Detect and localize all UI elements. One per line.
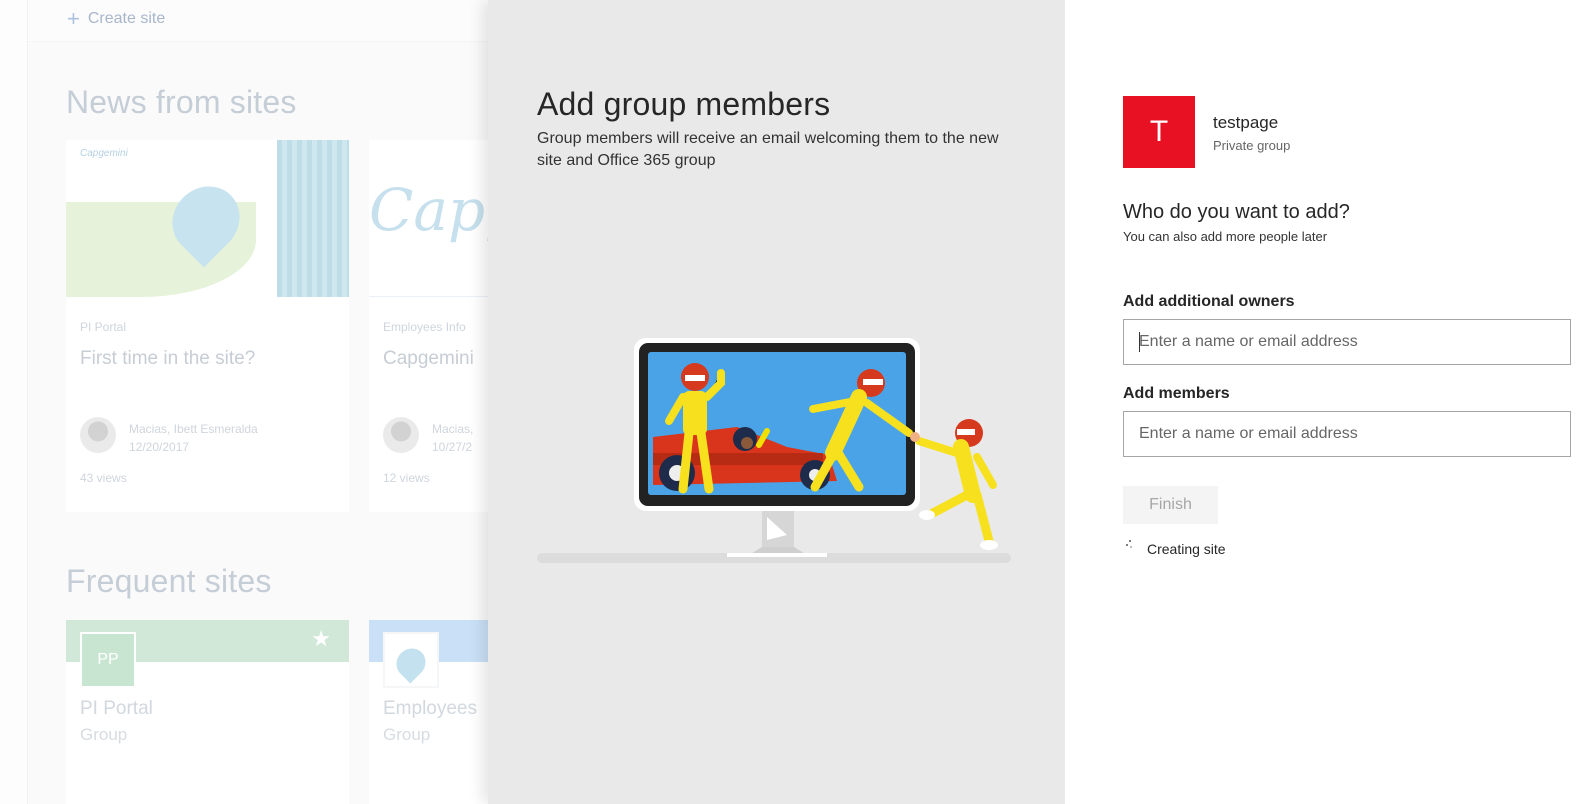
panel-form-pane: T testpage Private group Who do you want… <box>1065 0 1593 804</box>
loading-spinner-icon <box>1126 540 1134 548</box>
owners-placeholder: Enter a name or email address <box>1139 333 1358 350</box>
group-privacy: Private group <box>1213 138 1291 153</box>
text-cursor <box>1139 332 1140 352</box>
who-to-add-heading: Who do you want to add? <box>1123 201 1350 223</box>
team-illustration <box>537 338 1011 563</box>
members-placeholder: Enter a name or email address <box>1139 425 1358 442</box>
panel-info-pane: Add group members Group members will rec… <box>488 0 1065 804</box>
finish-button[interactable]: Finish <box>1123 486 1218 524</box>
panel-title: Add group members <box>537 86 831 122</box>
create-site-panel: Add group members Group members will rec… <box>488 0 1593 804</box>
owners-label: Add additional owners <box>1123 293 1295 310</box>
creating-site-status: Creating site <box>1147 541 1226 557</box>
members-input[interactable]: Enter a name or email address <box>1123 411 1571 457</box>
group-name: testpage <box>1213 113 1279 132</box>
owners-input[interactable]: Enter a name or email address <box>1123 319 1571 365</box>
who-to-add-subtitle: You can also add more people later <box>1123 229 1328 244</box>
group-tile: T <box>1123 96 1195 168</box>
panel-description: Group members will receive an email welc… <box>537 130 999 169</box>
members-label: Add members <box>1123 385 1230 402</box>
